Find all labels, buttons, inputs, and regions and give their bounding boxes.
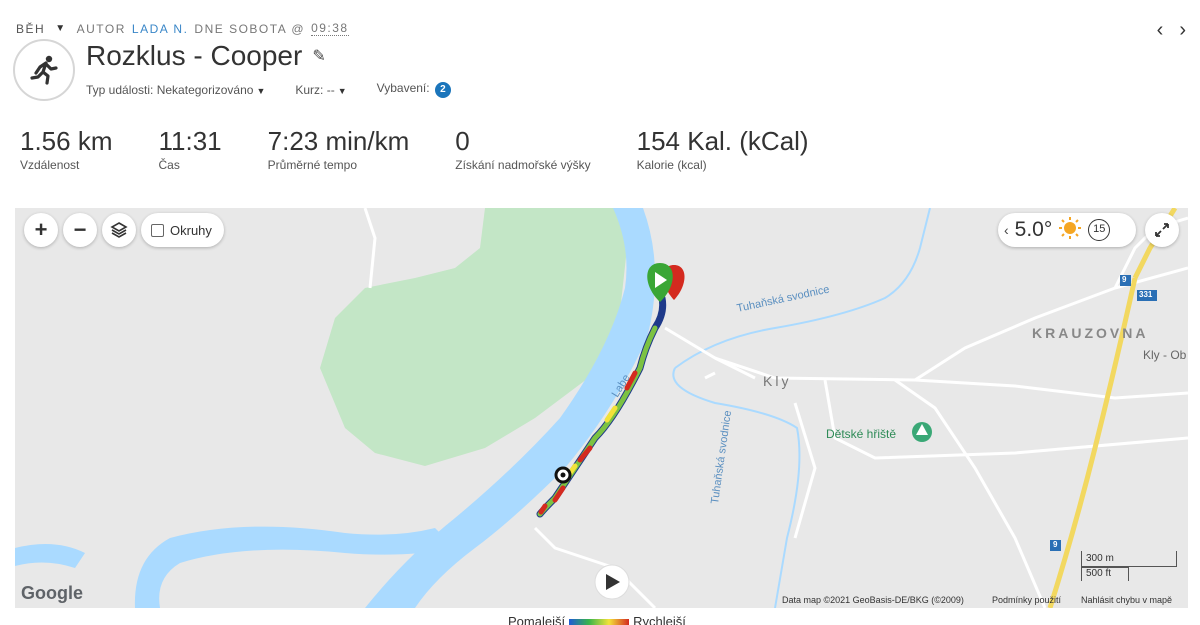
course-label: Kurz: [295, 82, 324, 97]
course-value: -- [326, 82, 335, 97]
stat-label: Čas [158, 158, 180, 172]
edit-pencil-icon[interactable]: ✎ [312, 46, 325, 66]
scale-imperial-label: 500 ft [1086, 568, 1112, 579]
event-type-selector[interactable]: Typ události: Nekategorizováno ▼ [86, 83, 265, 97]
layers-button[interactable] [102, 213, 136, 247]
terms-link[interactable]: Podmínky použití [992, 595, 1061, 605]
stat-time: 11:31 Čas [159, 126, 222, 172]
road-shield-9: 9 [1122, 275, 1127, 284]
stat-value: 1.56 km [20, 126, 113, 156]
report-error-link[interactable]: Nahlásit chybu v mapě [1081, 595, 1172, 605]
laps-checkbox[interactable] [151, 223, 164, 237]
author-prefix: AUTOR [76, 21, 126, 36]
sport-dropdown-icon[interactable]: ▼ [55, 23, 66, 34]
road-shield-331: 331 [1139, 290, 1153, 299]
event-type-label: Typ události: [86, 82, 154, 97]
event-type-dropdown-icon[interactable]: ▼ [256, 86, 265, 96]
stat-label: Průměrné tempo [267, 158, 358, 172]
stat-value: 154 Kal. (kCal) [636, 126, 809, 156]
fullscreen-icon [1155, 223, 1169, 237]
stat-value: 7:23 min/km [267, 126, 410, 156]
laps-label: Okruhy [170, 222, 212, 238]
scale-metric-label: 300 m [1086, 553, 1114, 564]
course-dropdown-icon[interactable]: ▼ [338, 86, 347, 96]
activity-meta-line: BĚH ▼ AUTOR LADA N. DNE SOBOTA @ 09:38 [16, 21, 349, 36]
sport-type[interactable]: BĚH [16, 22, 45, 36]
zoom-in-button[interactable]: + [24, 213, 58, 247]
pace-gradient-bar [569, 618, 630, 625]
activity-title: Rozklus - Cooper ✎ [86, 40, 326, 72]
village-label: Kly [763, 373, 792, 389]
playground-label: Dětské hřiště [826, 427, 897, 441]
day-prefix: DNE SOBOTA @ [194, 21, 306, 36]
activity-time[interactable]: 09:38 [311, 21, 349, 36]
event-type-value: Nekategorizováno [156, 82, 254, 97]
stat-label: Kalorie (kcal) [636, 158, 707, 172]
stat-avg-pace: 7:23 min/km Průměrné tempo [268, 126, 410, 172]
legend-faster-label: Rychlejší [633, 614, 686, 625]
next-activity-icon[interactable]: › [1179, 20, 1186, 40]
stat-distance: 1.56 km Vzdálenost [20, 126, 113, 172]
course-selector[interactable]: Kurz: -- ▼ [295, 83, 346, 97]
road-shield-9-south: 9 [1053, 540, 1058, 549]
district-label: KRAUZOVNA [1032, 325, 1149, 341]
fullscreen-button[interactable] [1145, 213, 1179, 247]
layers-icon [110, 222, 128, 238]
temperature-value: 5.0° [1014, 218, 1053, 241]
pace-legend: Pomalejší Rychlejší [508, 614, 686, 625]
activity-title-text[interactable]: Rozklus - Cooper [86, 40, 302, 72]
zoom-out-button[interactable]: − [63, 213, 97, 247]
gear-count-badge[interactable]: 2 [434, 82, 451, 98]
weather-prev-icon[interactable]: ‹ [1004, 222, 1009, 238]
gear-selector[interactable]: Vybavení: 2 [377, 81, 451, 98]
weather-widget[interactable]: ‹ 5.0° 15 [998, 213, 1136, 247]
stat-value: 11:31 [158, 126, 222, 156]
map-tiles [15, 208, 1188, 608]
map-attribution: Data map ©2021 GeoBasis-DE/BKG (©2009) [782, 595, 964, 605]
summary-stats: 1.56 km Vzdálenost 11:31 Čas 7:23 min/km… [20, 126, 855, 172]
google-logo[interactable]: Google [21, 583, 83, 604]
stat-calories: 154 Kal. (kCal) Kalorie (kcal) [637, 126, 809, 172]
scale-bar-imperial: 500 ft [1081, 567, 1129, 581]
kly-ob-label: Kly - Ob [1143, 348, 1187, 362]
legend-slower-label: Pomalejší [508, 614, 566, 625]
author-link[interactable]: LADA N. [132, 22, 189, 36]
scale-bar-metric: 300 m [1081, 551, 1177, 567]
stat-label: Vzdálenost [20, 158, 80, 172]
previous-activity-icon[interactable]: ‹ [1157, 20, 1164, 40]
stat-value: 0 [455, 126, 470, 156]
activity-navigation: ‹ › [1157, 20, 1186, 40]
sunny-icon [1058, 216, 1082, 245]
activity-properties: Typ události: Nekategorizováno ▼ Kurz: --… [86, 81, 451, 98]
running-icon [13, 39, 75, 101]
wind-speed-icon: 15 [1088, 219, 1111, 241]
stat-elevation-gain: 0 Získání nadmořské výšky [455, 126, 590, 172]
laps-toggle[interactable]: Okruhy [141, 213, 224, 247]
route-map[interactable]: Labe Tuhaňská svodnice Tuhaňská svodnice… [15, 208, 1188, 608]
gear-label: Vybavení: [376, 81, 430, 95]
stat-label: Získání nadmořské výšky [455, 158, 591, 172]
